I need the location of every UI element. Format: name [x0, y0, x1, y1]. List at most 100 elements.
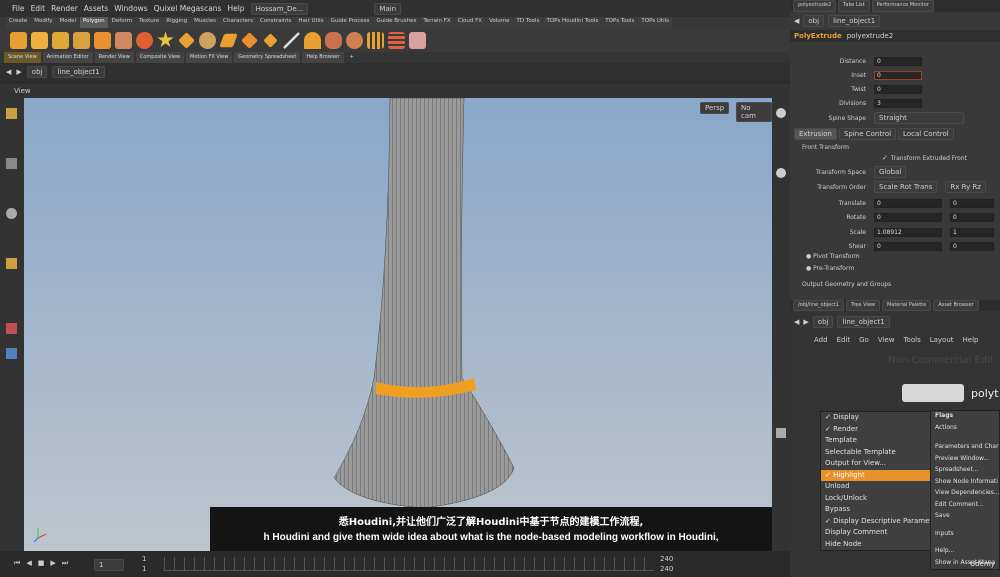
shelf-tab[interactable]: Texture: [136, 17, 163, 28]
translate-x-field[interactable]: 0: [874, 198, 942, 208]
back-arrow-icon[interactable]: ◀: [794, 17, 799, 25]
scale-tool-icon[interactable]: [6, 258, 17, 269]
step-back-icon[interactable]: ◀: [26, 559, 31, 568]
net-menu-go[interactable]: Go: [859, 336, 869, 344]
side-item[interactable]: Preview Window...: [931, 454, 999, 466]
tab-animation-editor[interactable]: Animation Editor: [42, 52, 93, 63]
transform-space-dropdown[interactable]: Global: [874, 166, 907, 178]
rotate-x-field[interactable]: 0: [874, 213, 942, 223]
timeline-ruler[interactable]: [164, 557, 654, 571]
skip-start-icon[interactable]: ⏮: [14, 559, 20, 568]
forward-arrow-icon[interactable]: ▶: [803, 318, 808, 326]
flag-tool-icon[interactable]: [409, 31, 426, 49]
project-selector[interactable]: Hossam_De...: [250, 2, 309, 15]
side-item[interactable]: Inputs: [931, 529, 999, 541]
net-menu-view[interactable]: View: [878, 336, 895, 344]
node-name-field[interactable]: polyextrude2: [847, 32, 893, 40]
lighting-icon[interactable]: [776, 428, 786, 438]
divide-tool-icon[interactable]: [178, 31, 195, 49]
end-frame[interactable]: 240: [660, 555, 673, 563]
tab-tree-view[interactable]: Tree View: [846, 300, 880, 311]
add-tab-icon[interactable]: +: [346, 52, 358, 63]
shelf-tab[interactable]: Modify: [31, 17, 56, 28]
pre-transform-label[interactable]: Pre-Transform: [813, 265, 854, 272]
transform-order-dropdown[interactable]: Scale Rot Trans: [874, 181, 938, 193]
polyextrude-node[interactable]: [902, 384, 964, 402]
tab-composite-view[interactable]: Composite View: [135, 52, 184, 63]
polybridge-tool-icon[interactable]: [73, 31, 90, 49]
menu-edit[interactable]: Edit: [31, 4, 46, 13]
side-item-actions[interactable]: Actions: [931, 423, 999, 435]
shelf-tab[interactable]: Model: [56, 17, 80, 28]
shelf-tab[interactable]: Guide Process: [327, 17, 373, 28]
menu-render[interactable]: Render: [51, 4, 78, 13]
desktop-selector[interactable]: Main: [374, 2, 402, 15]
menu-assets[interactable]: Assets: [84, 4, 108, 13]
path-node[interactable]: line_object1: [52, 66, 105, 78]
scale-x-field[interactable]: 1.08912: [874, 227, 942, 237]
shelf-tab[interactable]: TOPs Utils: [638, 17, 673, 28]
translate-y-field[interactable]: 0: [950, 198, 994, 208]
shelf-tab[interactable]: Create: [6, 17, 31, 28]
sphere-tool-icon[interactable]: [199, 31, 216, 49]
rotate-tool-icon[interactable]: [6, 208, 17, 219]
shelf-tab[interactable]: Hair Utils: [295, 17, 327, 28]
tab-help-browser[interactable]: Help Browser: [302, 52, 344, 63]
shelf-tab[interactable]: TD Tools: [513, 17, 543, 28]
menu-quixel[interactable]: Quixel Megascans: [154, 4, 222, 13]
knife-tool-icon[interactable]: [283, 31, 300, 49]
sphere2-tool-icon[interactable]: [346, 31, 363, 49]
shelf-tab[interactable]: Volume: [486, 17, 513, 28]
shelf-tab[interactable]: Terrain FX: [420, 17, 454, 28]
start-frame-2[interactable]: 1: [142, 565, 146, 573]
net-menu-help[interactable]: Help: [963, 336, 979, 344]
polyreduce-tool-icon[interactable]: [115, 31, 132, 49]
end-frame-2[interactable]: 240: [660, 565, 673, 573]
soften-tool-icon[interactable]: [304, 31, 321, 49]
spine-shape-dropdown[interactable]: Straight: [874, 112, 964, 124]
tab-render-view[interactable]: Render View: [94, 52, 134, 63]
shelf-tab[interactable]: Guide Brushes: [373, 17, 420, 28]
shelf-tab[interactable]: TOPs Houdini Tools: [543, 17, 602, 28]
shelf-tab[interactable]: Rigging: [163, 17, 191, 28]
side-item-flags[interactable]: Flags: [931, 411, 999, 423]
clip-tool-icon[interactable]: [241, 31, 258, 49]
menu-windows[interactable]: Windows: [114, 4, 147, 13]
side-item[interactable]: Edit Comment...: [931, 500, 999, 512]
move-tool-icon[interactable]: [6, 158, 17, 169]
distance-field[interactable]: 0: [874, 56, 922, 66]
triangulate-tool-icon[interactable]: [325, 31, 342, 49]
pivot-transform-label[interactable]: Pivot Transform: [813, 253, 859, 260]
rot-order-dropdown[interactable]: Rx Ry Rz: [945, 181, 986, 193]
select-tool-icon[interactable]: [6, 108, 17, 119]
display-options-icon[interactable]: [776, 108, 786, 118]
tab-network-path[interactable]: /obj/line_object1: [793, 300, 845, 311]
skip-end-icon[interactable]: ⏭: [62, 559, 68, 568]
side-item[interactable]: View Dependencies...: [931, 488, 1000, 500]
twist-field[interactable]: 0: [874, 84, 922, 94]
tab-asset-browser[interactable]: Asset Browser: [933, 300, 979, 311]
shelf-tab[interactable]: Deform: [108, 17, 136, 28]
inset-field[interactable]: 0: [874, 70, 922, 80]
grid-tool-icon[interactable]: [388, 31, 405, 49]
side-item[interactable]: Help...: [931, 546, 999, 558]
tab-motion-fx-view[interactable]: Motion FX View: [186, 52, 233, 63]
polysplit-tool-icon[interactable]: [52, 31, 69, 49]
shear-x-field[interactable]: 0: [874, 242, 942, 252]
net-menu-tools[interactable]: Tools: [903, 336, 920, 344]
play-icon[interactable]: ▶: [50, 559, 55, 568]
radio-icon[interactable]: ●: [806, 265, 811, 272]
shelf-tab[interactable]: TOPs Tools: [602, 17, 638, 28]
network-path-root[interactable]: obj: [812, 316, 834, 328]
facet-tool-icon[interactable]: [263, 32, 278, 48]
back-arrow-icon[interactable]: ◀: [794, 318, 799, 326]
side-item[interactable]: Save: [931, 511, 999, 523]
param-path-root[interactable]: obj: [803, 15, 825, 27]
polyextrude-tool-icon[interactable]: [10, 31, 27, 49]
back-arrow-icon[interactable]: ◀: [6, 68, 11, 76]
star-tool-icon[interactable]: [157, 31, 174, 47]
polyfill-tool-icon[interactable]: [94, 31, 111, 49]
shelf-tab-active[interactable]: Polygon: [80, 17, 108, 28]
menu-file[interactable]: File: [12, 4, 25, 13]
shading-icon[interactable]: [776, 168, 786, 178]
